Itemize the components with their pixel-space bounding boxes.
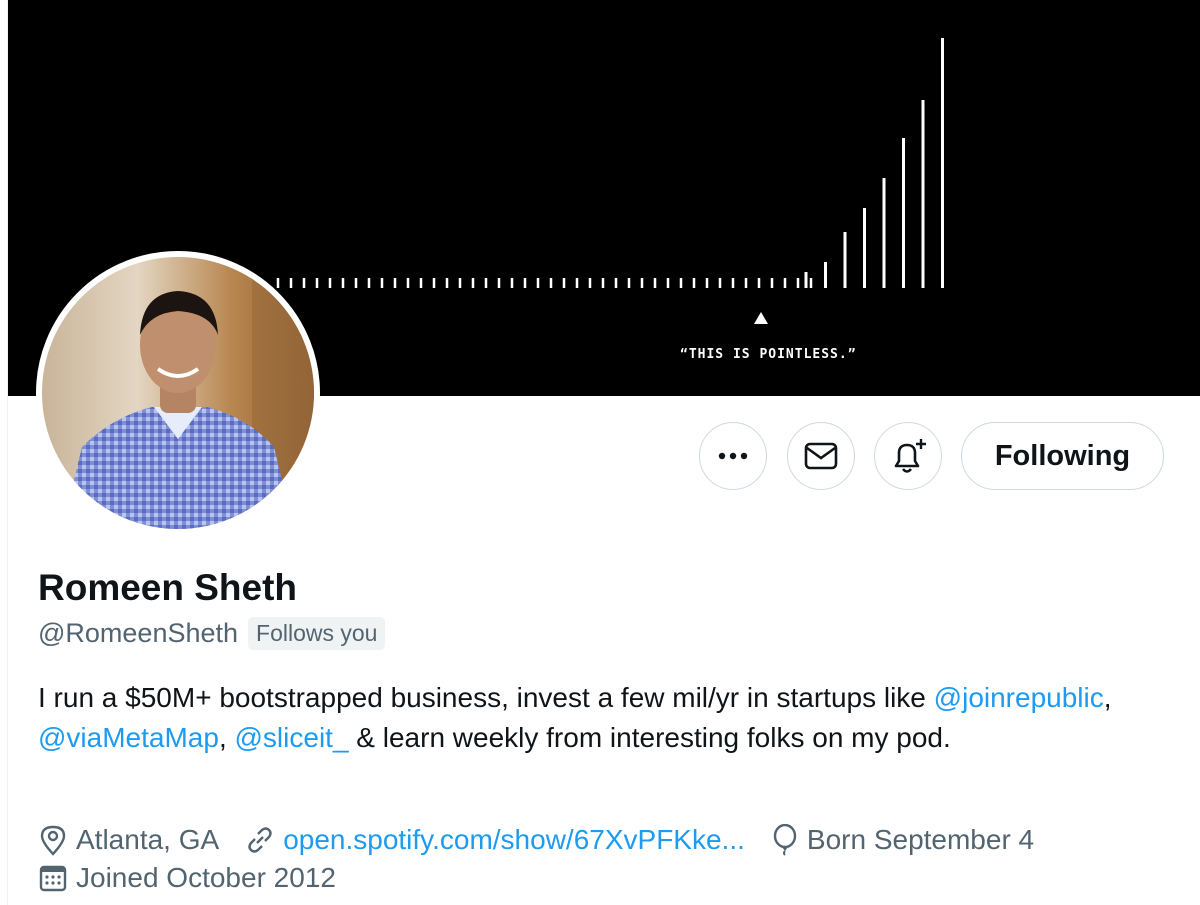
url-item[interactable]: open.spotify.com/show/67XvPFKke... [245,824,745,856]
following-button[interactable]: Following [961,422,1164,490]
birthday-text: Born September 4 [806,824,1035,855]
follows-you-badge: Follows you [248,616,386,650]
envelope-icon [804,442,838,470]
bio-text-rest: & learn weekly from interesting folks on… [348,722,951,753]
profile-bio: I run a $50M+ bootstrapped business, inv… [38,678,1158,758]
mention-sliceit[interactable]: @sliceit_ [235,722,349,753]
username-handle: @RomeenSheth [38,617,239,648]
avatar[interactable] [36,251,320,535]
location-text: Atlanta, GA [76,824,220,855]
avatar-photo [42,257,314,529]
message-button[interactable] [787,422,855,490]
left-border [0,0,8,905]
mention-viametamap[interactable]: @viaMetaMap [38,722,219,753]
more-horizontal-icon [718,452,748,460]
mention-joinrepublic[interactable]: @joinrepublic [934,682,1104,713]
birthday-item: Born September 4 [771,824,1034,856]
handle-row: @RomeenSheth Follows you [38,614,386,652]
calendar-icon [39,865,67,892]
joined-text: Joined October 2012 [76,862,336,893]
banner-caption: “THIS IS POINTLESS.” [680,347,857,362]
banner-marker-triangle [754,312,768,324]
profile-url-link[interactable]: open.spotify.com/show/67XvPFKke... [283,824,745,856]
joined-item: Joined October 2012 [38,862,336,894]
location-item: Atlanta, GA [38,824,219,856]
link-icon [248,827,272,853]
balloon-icon [773,824,797,856]
bio-separator: , [1103,682,1112,713]
location-pin-icon [40,825,66,856]
profile-meta-row: Atlanta, GA open.spotify.com/show/67XvPF… [38,820,1060,860]
bio-text: I run a $50M+ bootstrapped business, inv… [38,682,926,713]
bio-separator: , [218,722,235,753]
notifications-button[interactable] [874,422,942,490]
more-options-button[interactable] [699,422,767,490]
display-name: Romeen Sheth [38,567,298,608]
profile-meta-row-2: Joined October 2012 [38,858,362,898]
bell-plus-icon [894,439,926,473]
